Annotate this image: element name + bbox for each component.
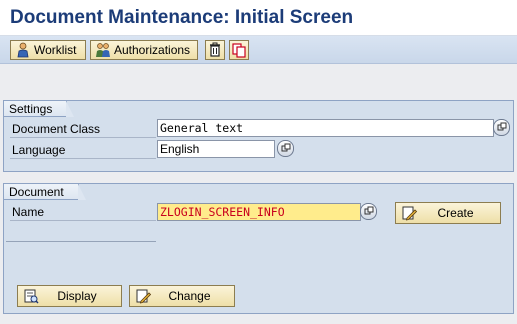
language-help-button[interactable] (277, 140, 294, 157)
display-label: Display (57, 289, 97, 303)
name-field[interactable]: ZLOGIN_SCREEN_INFO (157, 203, 361, 221)
separator-line (6, 241, 156, 242)
worklist-icon (15, 42, 31, 58)
language-label: Language (10, 142, 156, 159)
change-label: Change (168, 289, 211, 303)
name-help-button[interactable] (360, 203, 377, 220)
authorizations-button[interactable]: Authorizations (90, 40, 198, 60)
delete-icon (207, 42, 223, 58)
document-class-field[interactable]: General text (157, 119, 494, 137)
authorizations-icon (95, 42, 111, 58)
document-group-title: Document (4, 184, 86, 200)
value-help-icon (364, 205, 374, 219)
authorizations-label: Authorizations (114, 43, 191, 57)
worklist-button[interactable]: Worklist (10, 40, 86, 60)
name-label: Name (10, 204, 156, 221)
value-help-icon (281, 142, 291, 156)
language-field[interactable]: English (157, 140, 275, 158)
create-label: Create (437, 206, 474, 220)
settings-group: Settings Document Class General text Lan… (3, 100, 514, 172)
create-icon (401, 205, 418, 221)
title-bar: Document Maintenance: Initial Screen (0, 0, 517, 36)
copy-icon (231, 42, 247, 58)
page-title: Document Maintenance: Initial Screen (10, 7, 354, 28)
document-group: Document Name ZLOGIN_SCREEN_INFO Create … (3, 183, 514, 314)
copy-button[interactable] (229, 40, 249, 60)
change-button[interactable]: Change (129, 285, 235, 307)
delete-button[interactable] (205, 40, 225, 60)
document-class-help-button[interactable] (493, 119, 510, 136)
display-icon (23, 288, 39, 304)
value-help-icon (497, 121, 507, 135)
create-button[interactable]: Create (395, 202, 501, 224)
application-toolbar: Worklist Authorizations (0, 36, 517, 64)
document-class-label: Document Class (10, 121, 156, 138)
change-icon (135, 288, 152, 304)
settings-group-title: Settings (4, 101, 75, 117)
bottom-strip (0, 316, 517, 324)
worklist-label: Worklist (34, 43, 77, 57)
display-button[interactable]: Display (17, 285, 122, 307)
